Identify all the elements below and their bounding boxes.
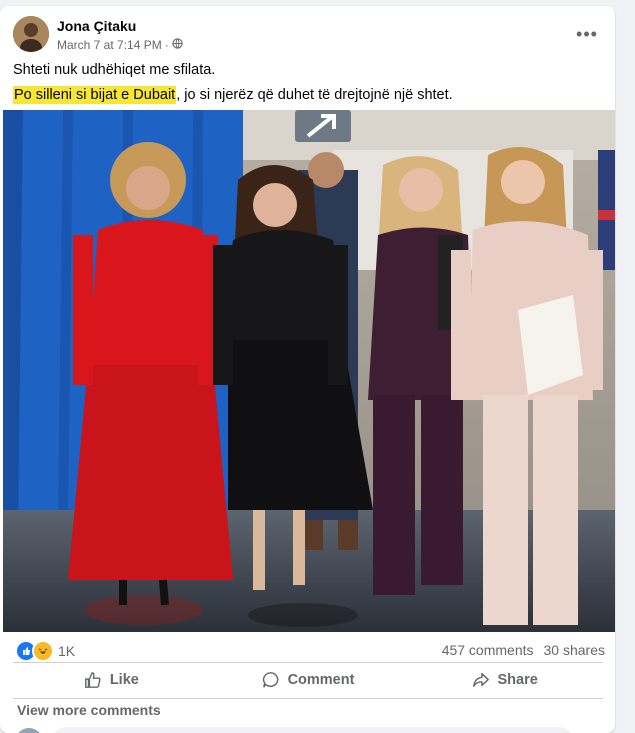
highlighted-text: Po silleni si bijat e Dubait [13,86,177,104]
post-text-line1: Shteti nuk udhëhiqet me sfilata. [13,62,216,78]
shares-count[interactable]: 30 shares [544,642,605,658]
divider-bottom [13,698,603,699]
post-meta: March 7 at 7:14 PM · [57,38,183,52]
author-name[interactable]: Jona Çitaku [57,18,136,34]
comment-icon [262,672,278,688]
view-more-comments-link[interactable]: View more comments [17,702,161,718]
comment-input[interactable] [50,727,575,733]
comment-label: Comment [287,672,355,688]
action-bar: Like Comment Share [13,663,603,697]
post-text-rest: , jo si njerëz që duhet të drejtojnë një… [176,87,453,103]
haha-icon [32,640,54,662]
post-header: Jona Çitaku March 7 at 7:14 PM · ••• [13,16,603,56]
reaction-count: 1K [58,643,76,659]
meta-separator: · [164,38,169,52]
more-icon: ••• [576,23,598,44]
comment-button[interactable]: Comment [210,663,407,697]
like-label: Like [109,672,139,688]
thumbs-up-icon [84,672,101,688]
post-photo[interactable] [3,110,615,632]
like-button[interactable]: Like [13,663,210,697]
more-options-button[interactable]: ••• [571,20,603,48]
reaction-summary[interactable]: 1K [15,640,75,662]
share-icon [472,672,489,688]
share-label: Share [497,672,538,688]
post-timestamp[interactable]: March 7 at 7:14 PM [57,38,162,52]
comments-count[interactable]: 457 comments [442,642,534,658]
share-button[interactable]: Share [406,663,603,697]
engagement-counts: 457 comments 30 shares [442,642,605,658]
reaction-icons [15,640,54,662]
post-card: Jona Çitaku March 7 at 7:14 PM · ••• Sht… [0,6,615,733]
post-text-line2: Po silleni si bijat e Dubait, jo si njer… [13,86,453,104]
current-user-avatar [15,728,43,733]
globe-icon[interactable] [172,38,183,52]
author-avatar[interactable] [13,16,49,52]
